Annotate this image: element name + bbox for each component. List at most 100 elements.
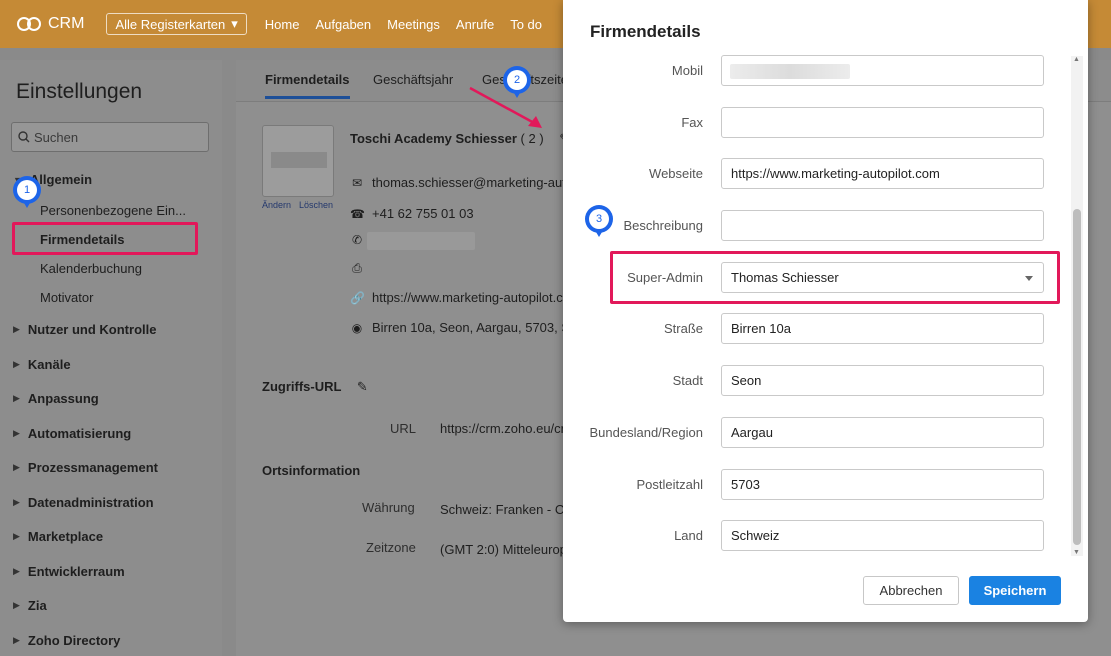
field-row-state: Bundesland/Region Aargau xyxy=(563,417,1063,451)
sidebar-title: Einstellungen xyxy=(16,80,143,103)
field-label: Bundesland/Region xyxy=(589,425,703,440)
caret-right-icon: ▶ xyxy=(13,324,20,334)
sidebar-search-input[interactable]: Suchen xyxy=(11,122,209,152)
field-label: Stadt xyxy=(672,373,703,388)
sidebar-group-label: Datenadministration xyxy=(27,495,154,510)
timezone-label: Zeitzone xyxy=(366,540,416,555)
sidebar-group-data-admin[interactable]: ▶ Datenadministration xyxy=(13,495,154,510)
tab-company-details[interactable]: Firmendetails xyxy=(265,72,350,99)
company-fax-row: ⎙ xyxy=(350,261,364,276)
all-tabs-dropdown[interactable]: Alle Registerkarten ▾ xyxy=(106,13,247,35)
location-pin-icon: ◉ xyxy=(351,320,363,335)
nav-todo[interactable]: To do xyxy=(510,17,542,32)
caret-right-icon: ▶ xyxy=(13,359,20,369)
app-name: CRM xyxy=(48,15,85,32)
field-row-postal-code: Postleitzahl 5703 xyxy=(563,469,1063,503)
sidebar-item-personal[interactable]: Personenbezogene Ein... xyxy=(40,203,186,218)
caret-right-icon: ▶ xyxy=(13,531,20,541)
nav-home[interactable]: Home xyxy=(265,17,300,32)
sidebar-group-label: Zia xyxy=(27,598,47,613)
modal-scrollbar[interactable]: ▲ ▼ xyxy=(1071,56,1083,556)
caret-right-icon: ▶ xyxy=(13,600,20,610)
postal-code-input[interactable]: 5703 xyxy=(721,469,1044,500)
all-tabs-label: Alle Registerkarten xyxy=(115,16,226,32)
sidebar-group-label: Automatisierung xyxy=(27,426,132,441)
annotation-arrow xyxy=(469,86,542,128)
field-row-mobile: Mobil xyxy=(563,55,1063,89)
scroll-up-icon[interactable]: ▲ xyxy=(1073,56,1080,63)
scrollbar-thumb[interactable] xyxy=(1073,209,1081,545)
search-icon xyxy=(18,131,30,143)
url-label: URL xyxy=(390,421,417,436)
sidebar-group-label: Kanäle xyxy=(27,357,71,372)
crm-logo-icon xyxy=(17,17,41,31)
field-label: Land xyxy=(674,528,703,543)
sidebar-group-zoho-directory[interactable]: ▶ Zoho Directory xyxy=(13,633,120,648)
scroll-down-icon[interactable]: ▼ xyxy=(1073,549,1080,556)
field-row-street: Straße Birren 10a xyxy=(563,313,1063,347)
logo-delete-link[interactable]: Löschen xyxy=(299,200,333,210)
field-label: Webseite xyxy=(649,166,703,181)
sidebar-group-developer[interactable]: ▶ Entwicklerraum xyxy=(13,564,125,579)
fax-input[interactable] xyxy=(721,107,1044,138)
sidebar-group-channels[interactable]: ▶ Kanäle xyxy=(13,357,71,372)
field-row-website: Webseite https://www.marketing-autopilot… xyxy=(563,158,1063,192)
highlight-box-company-details xyxy=(12,222,198,255)
sidebar-item-motivator[interactable]: Motivator xyxy=(40,290,93,305)
sidebar-item-calendar-booking[interactable]: Kalenderbuchung xyxy=(40,261,142,276)
url-value: https://crm.zoho.eu/crm xyxy=(440,421,576,436)
nav-tasks[interactable]: Aufgaben xyxy=(315,17,371,32)
cancel-button[interactable]: Abbrechen xyxy=(863,576,959,605)
caret-right-icon: ▶ xyxy=(13,462,20,472)
save-button[interactable]: Speichern xyxy=(969,576,1061,605)
crm-logo[interactable]: CRM xyxy=(16,15,84,33)
logo-change-link[interactable]: Ändern xyxy=(262,200,291,210)
company-website-row: 🔗 https://www.marketing-autopilot.com xyxy=(350,290,581,305)
city-input[interactable]: Seon xyxy=(721,365,1044,396)
sidebar-group-label: Entwicklerraum xyxy=(27,564,125,579)
modal-title: Firmendetails xyxy=(590,22,701,41)
currency-label: Währung xyxy=(362,500,415,515)
description-input[interactable] xyxy=(721,210,1044,241)
sidebar-group-process[interactable]: ▶ Prozessmanagement xyxy=(13,460,158,475)
currency-value: Schweiz: Franken - CHF xyxy=(440,502,582,517)
tab-fiscal-year[interactable]: Geschäftsjahr xyxy=(373,72,453,87)
highlight-box-super-admin xyxy=(610,251,1060,304)
step-marker-3: 3 xyxy=(585,205,613,239)
sidebar-group-label: Prozessmanagement xyxy=(27,460,158,475)
website-input[interactable]: https://www.marketing-autopilot.com xyxy=(721,158,1044,189)
street-input[interactable]: Birren 10a xyxy=(721,313,1044,344)
pencil-icon[interactable]: ✎ xyxy=(357,379,368,394)
state-input[interactable]: Aargau xyxy=(721,417,1044,448)
link-icon: 🔗 xyxy=(350,290,365,305)
caret-right-icon: ▶ xyxy=(13,393,20,403)
sidebar-group-marketplace[interactable]: ▶ Marketplace xyxy=(13,529,103,544)
sidebar-group-customization[interactable]: ▶ Anpassung xyxy=(13,391,99,406)
sidebar-group-zia[interactable]: ▶ Zia xyxy=(13,598,47,613)
field-row-city: Stadt Seon xyxy=(563,365,1063,399)
sidebar-group-label: Nutzer und Kontrolle xyxy=(27,322,157,337)
sidebar-group-automation[interactable]: ▶ Automatisierung xyxy=(13,426,131,441)
chevron-down-icon: ▾ xyxy=(231,16,238,31)
location-heading: Ortsinformation xyxy=(262,463,361,478)
caret-right-icon: ▶ xyxy=(13,428,20,438)
mobile-input[interactable] xyxy=(721,55,1044,86)
country-input[interactable]: Schweiz xyxy=(721,520,1044,551)
phone-icon: ☎ xyxy=(350,206,365,221)
access-url-heading: Zugriffs-URL ✎ xyxy=(262,379,368,394)
mail-icon: ✉ xyxy=(351,175,363,190)
company-phone-row: ☎ +41 62 755 01 03 xyxy=(350,206,474,221)
field-label: Beschreibung xyxy=(623,218,704,233)
nav-calls[interactable]: Anrufe xyxy=(456,17,494,32)
field-label: Mobil xyxy=(671,63,703,78)
sidebar-group-label: Marketplace xyxy=(27,529,104,544)
field-label: Fax xyxy=(681,115,703,130)
company-details-modal: Firmendetails Mobil Fax Webseite https:/… xyxy=(563,0,1088,622)
caret-right-icon: ▶ xyxy=(13,497,20,507)
sidebar-group-users[interactable]: ▶ Nutzer und Kontrolle xyxy=(13,322,156,337)
nav-meetings[interactable]: Meetings xyxy=(387,17,440,32)
field-row-fax: Fax xyxy=(563,107,1063,141)
sidebar-group-label: Anpassung xyxy=(27,391,99,406)
search-placeholder: Suchen xyxy=(34,129,79,145)
mobile-icon: ✆ xyxy=(351,233,363,247)
